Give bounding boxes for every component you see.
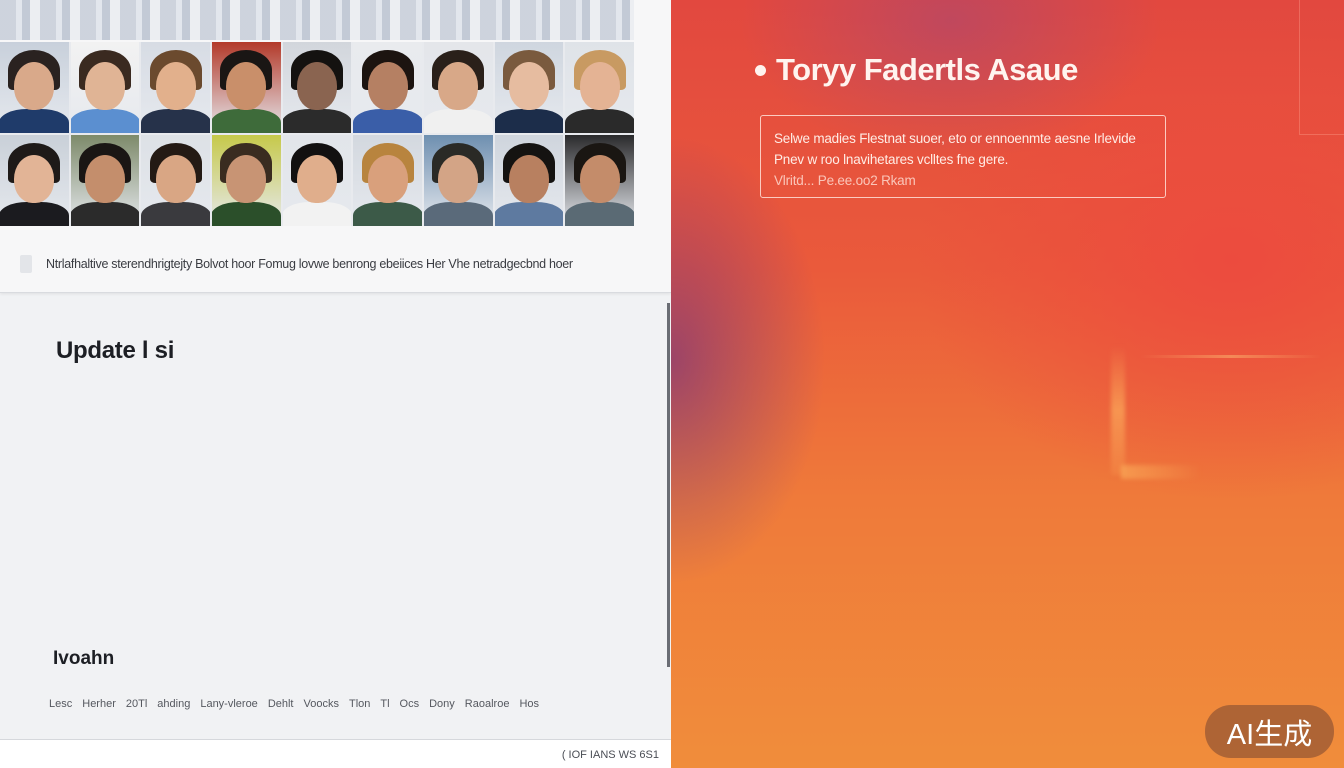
portrait-shirt — [565, 109, 634, 133]
portrait-face — [367, 61, 408, 110]
scroll-divider[interactable] — [667, 303, 670, 667]
notice-box: Selwe madies Flestnat suoer, eto or enno… — [760, 115, 1166, 198]
portrait-shirt — [494, 202, 564, 226]
section-title: Update l si — [56, 337, 175, 364]
tag-item[interactable]: Tlon — [349, 698, 370, 710]
subsection-title: Ivoahn — [53, 648, 115, 669]
portrait-shirt — [211, 202, 281, 226]
portrait-face — [296, 154, 337, 203]
tag-item[interactable]: Lany-vleroe — [200, 698, 257, 710]
photo-tile[interactable] — [0, 135, 69, 226]
light-streak — [1141, 355, 1321, 358]
photo-tile[interactable] — [282, 135, 352, 226]
hero-panel: Toryy Fadertls Asaue Selwe madies Flestn… — [671, 0, 1344, 768]
tag-row: Lesc Herher 20Tl ahding Lany-vleroe Dehlt Vooc… — [49, 698, 539, 710]
tag-item[interactable]: Hos — [519, 698, 539, 710]
portrait-shirt — [211, 109, 281, 133]
photo-tile[interactable] — [423, 42, 493, 133]
photo-caption-row: Ntrlafhaltive sterendhrigtejty Bolvot ho… — [20, 254, 573, 274]
portrait-face — [438, 154, 479, 203]
notice-line: Selwe madies Flestnat suoer, eto or enno… — [774, 131, 1136, 146]
portrait-face — [14, 61, 55, 110]
photo-tile[interactable] — [353, 42, 422, 133]
photo-tile[interactable] — [70, 135, 140, 226]
portrait-face — [155, 61, 196, 110]
hero-title-text: Toryy Fadertls Asaue — [776, 52, 1078, 87]
portrait-shirt — [353, 109, 422, 133]
portrait-shirt — [141, 202, 210, 226]
portrait-face — [226, 154, 267, 203]
tag-item[interactable]: ahding — [157, 698, 190, 710]
photo-tile[interactable] — [141, 42, 210, 133]
photo-tile[interactable] — [494, 135, 564, 226]
caption-checkbox[interactable] — [20, 255, 32, 273]
portrait-shirt — [423, 109, 493, 133]
tag-item[interactable]: Dony — [429, 698, 455, 710]
photo-strip — [0, 0, 634, 40]
photo-tile[interactable] — [353, 135, 422, 226]
portrait-shirt — [353, 202, 422, 226]
portrait-shirt — [282, 202, 352, 226]
notice-line: Pnev w roo lnavihetares vclltes fne gere… — [774, 152, 1009, 167]
portrait-face — [84, 61, 125, 110]
portrait-face — [14, 154, 55, 203]
portrait-face — [296, 61, 337, 110]
photo-tile[interactable] — [141, 135, 210, 226]
portrait-shirt — [282, 109, 352, 133]
portrait-shirt — [494, 109, 564, 133]
tag-item[interactable]: Raoalroe — [465, 698, 510, 710]
portrait-shirt — [70, 109, 140, 133]
photo-tile[interactable] — [211, 42, 281, 133]
portrait-face — [438, 61, 479, 110]
tag-item[interactable]: 20Tl — [126, 698, 147, 710]
portrait-shirt — [70, 202, 140, 226]
portrait-shirt — [423, 202, 493, 226]
tag-item[interactable]: Ocs — [400, 698, 420, 710]
portrait-face — [155, 154, 196, 203]
tag-item[interactable]: Dehlt — [268, 698, 294, 710]
photo-tile[interactable] — [423, 135, 493, 226]
notice-line: Vlritd... Pe.ee.oo2 Rkam — [774, 173, 916, 188]
light-streak-vertical — [1111, 345, 1125, 475]
tag-item[interactable]: Herher — [82, 698, 116, 710]
photo-tile[interactable] — [565, 42, 634, 133]
light-streak-horizontal — [1121, 465, 1201, 479]
portrait-shirt — [141, 109, 210, 133]
ai-generated-badge: AI生成 — [1205, 705, 1334, 758]
footer-text: ( IOF IANS WS 6S1 — [561, 749, 659, 761]
portrait-face — [508, 61, 549, 110]
photo-caption: Ntrlafhaltive sterendhrigtejty Bolvot ho… — [46, 257, 573, 271]
photo-grid — [0, 42, 634, 226]
portrait-face — [508, 154, 549, 203]
portrait-face — [84, 154, 125, 203]
decorative-frame — [1299, 0, 1344, 135]
photo-tile[interactable] — [494, 42, 564, 133]
photo-tile[interactable] — [0, 42, 69, 133]
portrait-face — [579, 61, 620, 110]
tag-item[interactable]: Voocks — [304, 698, 339, 710]
tag-item[interactable]: Lesc — [49, 698, 72, 710]
photo-card: Ntrlafhaltive sterendhrigtejty Bolvot ho… — [0, 0, 671, 293]
portrait-face — [579, 154, 620, 203]
photo-tile[interactable] — [565, 135, 634, 226]
photo-tile[interactable] — [211, 135, 281, 226]
photo-tile[interactable] — [70, 42, 140, 133]
photo-tile[interactable] — [282, 42, 352, 133]
portrait-shirt — [0, 109, 69, 133]
portrait-shirt — [565, 202, 634, 226]
portrait-shirt — [0, 202, 69, 226]
tag-item[interactable]: Tl — [380, 698, 389, 710]
left-pane: Ntrlafhaltive sterendhrigtejty Bolvot ho… — [0, 0, 671, 768]
portrait-face — [226, 61, 267, 110]
hero-title: Toryy Fadertls Asaue — [755, 52, 1078, 88]
portrait-face — [367, 154, 408, 203]
bullet-dot-icon — [755, 64, 766, 76]
footer-bar: ( IOF IANS WS 6S1 — [0, 739, 671, 768]
